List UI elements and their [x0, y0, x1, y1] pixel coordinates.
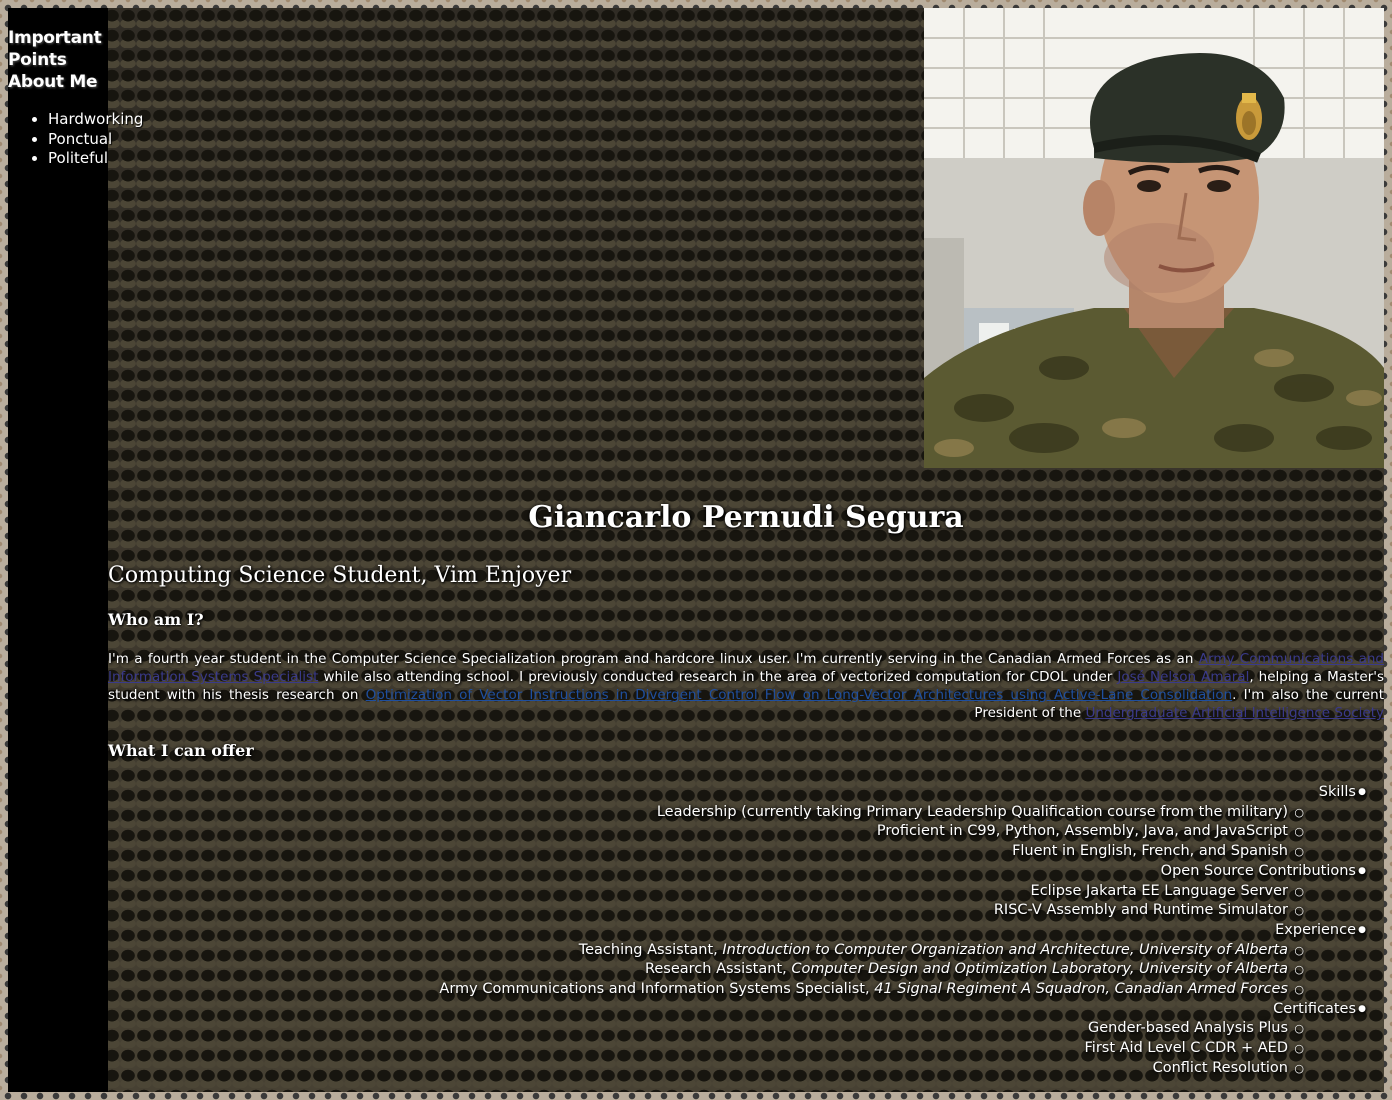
- offer-sublist: Teaching Assistant, Introduction to Comp…: [108, 941, 1356, 1000]
- offer-item: Teaching Assistant, Introduction to Comp…: [108, 941, 1356, 961]
- sidebar: Important Points About Me Hardworking Po…: [8, 8, 143, 1092]
- sidebar-nav: Important Points About Me: [8, 27, 108, 93]
- offer-item-org: Computer Design and Optimization Laborat…: [791, 961, 1288, 978]
- offer-item-role: Teaching Assistant,: [578, 941, 723, 958]
- offer-sublist: Eclipse Jakarta EE Language Server RISC-…: [108, 882, 1356, 921]
- offer-group-label: Experience: [1275, 921, 1356, 941]
- bio-paragraph: I'm a fourth year student in the Compute…: [108, 650, 1384, 722]
- offer-item-text: Teaching Assistant, Introduction to Comp…: [579, 941, 1288, 961]
- who-am-i-heading: Who am I?: [108, 610, 204, 629]
- offer-item: RISC-V Assembly and Runtime Simulator: [108, 901, 1356, 921]
- offer-item: Army Communications and Information Syst…: [108, 980, 1356, 1000]
- profile-name: Giancarlo Pernudi Segura: [528, 500, 964, 535]
- bio-link-uais[interactable]: Undergraduate Artificial Intelligence So…: [1085, 705, 1384, 721]
- trait-item: Politeful: [48, 149, 143, 169]
- offer-item-text: Gender-based Analysis Plus: [1088, 1020, 1288, 1037]
- trait-item: Hardworking: [48, 110, 143, 130]
- offer-group-label: Skills: [1319, 783, 1356, 803]
- nav-link-important-points[interactable]: Important Points: [8, 27, 108, 71]
- offer-sublist: Leadership (currently taking Primary Lea…: [108, 803, 1356, 862]
- offer-item-role: Research Assistant,: [644, 961, 792, 978]
- offer-item-text: Fluent in English, French, and Spanish: [1012, 843, 1288, 860]
- offer-group-experience: Experience Teaching Assistant, Introduct…: [108, 921, 1384, 1000]
- offer-item-org: 41 Signal Regiment A Squadron, Canadian …: [874, 981, 1288, 998]
- offer-group-label: Open Source Contributions: [1161, 862, 1356, 882]
- bio-text: while also attending school. I previousl…: [318, 669, 1118, 685]
- offer-list: Skills Leadership (currently taking Prim…: [108, 783, 1384, 1079]
- bio-text: I'm a fourth year student in the Compute…: [108, 651, 1199, 667]
- nav-link-about-me[interactable]: About Me: [8, 71, 108, 93]
- offer-item-text: Proficient in C99, Python, Assembly, Jav…: [876, 823, 1288, 840]
- offer-item: Proficient in C99, Python, Assembly, Jav…: [108, 822, 1356, 842]
- profile-photo-image: [924, 8, 1384, 468]
- offer-item: Leadership (currently taking Primary Lea…: [108, 803, 1356, 823]
- offer-item: Fluent in English, French, and Spanish: [108, 842, 1356, 862]
- offer-item-text: Leadership (currently taking Primary Lea…: [656, 803, 1288, 820]
- trait-item: Ponctual: [48, 130, 143, 150]
- offer-item-text: Conflict Resolution: [1152, 1059, 1288, 1076]
- traits-list: Hardworking Ponctual Politeful: [8, 110, 143, 169]
- bio-link-thesis[interactable]: Optimization of Vector Instructions in D…: [366, 687, 1233, 703]
- offer-item: Research Assistant, Computer Design and …: [108, 960, 1356, 980]
- offer-item-text: RISC-V Assembly and Runtime Simulator: [993, 902, 1288, 919]
- offer-item-role: Army Communications and Information Syst…: [439, 981, 875, 998]
- what-i-can-offer-heading: What I can offer: [108, 741, 254, 760]
- offer-group-label: Certificates: [1273, 1000, 1356, 1020]
- offer-item: Gender-based Analysis Plus: [108, 1019, 1356, 1039]
- page-frame: Important Points About Me Hardworking Po…: [8, 8, 1384, 1092]
- offer-group-certificates: Certificates Gender-based Analysis Plus …: [108, 1000, 1384, 1079]
- bio-link-supervisor[interactable]: José Nelson Amaral: [1117, 669, 1249, 685]
- profile-subtitle: Computing Science Student, Vim Enjoyer: [108, 563, 572, 588]
- offer-item: Conflict Resolution: [108, 1059, 1356, 1079]
- offer-group-skills: Skills Leadership (currently taking Prim…: [108, 783, 1384, 862]
- offer-group-open-source: Open Source Contributions Eclipse Jakart…: [108, 862, 1384, 921]
- offer-item-text: Research Assistant, Computer Design and …: [645, 960, 1288, 980]
- offer-item-text: First Aid Level C CDR + AED: [1084, 1040, 1288, 1057]
- offer-sublist: Gender-based Analysis Plus First Aid Lev…: [108, 1019, 1356, 1078]
- offer-item: First Aid Level C CDR + AED: [108, 1039, 1356, 1059]
- offer-item-text: Eclipse Jakarta EE Language Server: [1030, 882, 1288, 899]
- offer-item-org: Introduction to Computer Organization an…: [722, 941, 1288, 958]
- profile-photo: [924, 8, 1384, 468]
- offer-item: Eclipse Jakarta EE Language Server: [108, 882, 1356, 902]
- offer-item-text: Army Communications and Information Syst…: [439, 980, 1288, 1000]
